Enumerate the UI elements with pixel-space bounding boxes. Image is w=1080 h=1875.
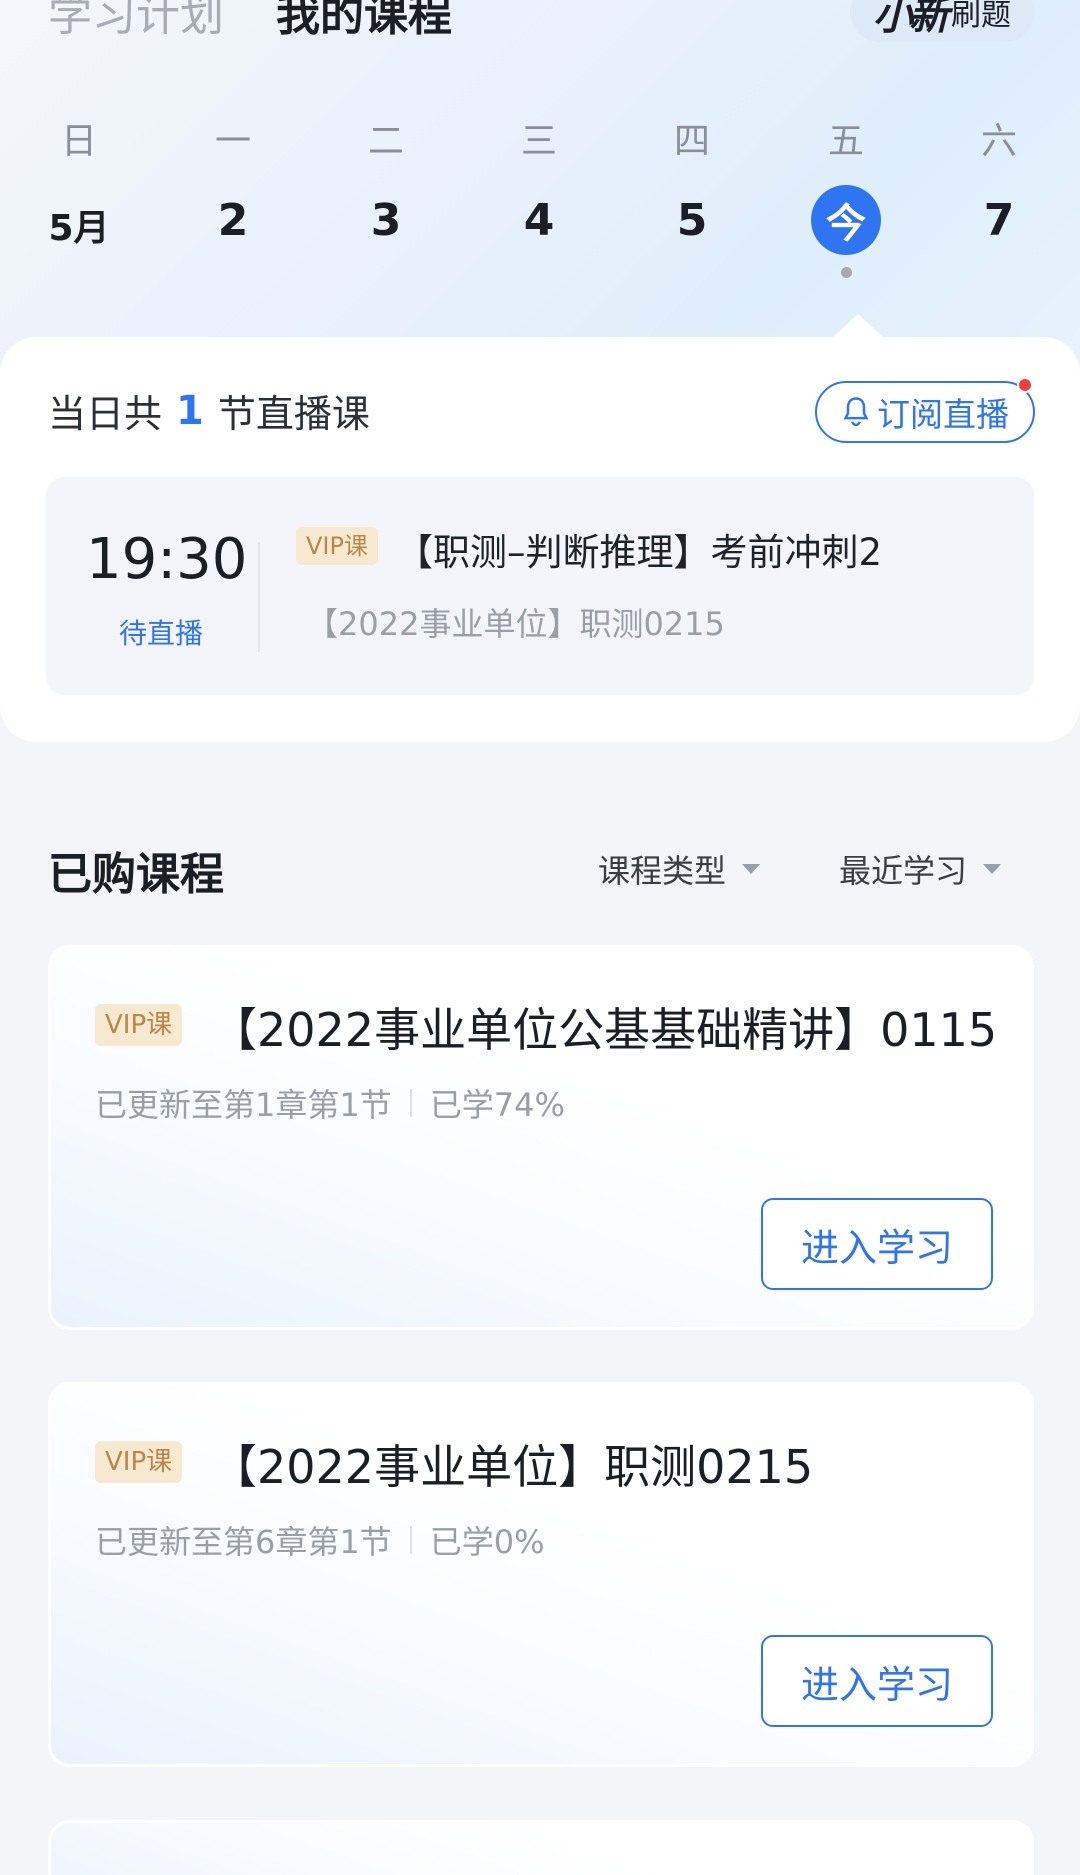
filter-label: 课程类型: [598, 852, 727, 890]
filter-sort[interactable]: 最近学习: [839, 846, 1002, 892]
practice-button-label: 刷题: [951, 0, 1011, 33]
subscribe-live-label: 订阅直播: [877, 395, 1009, 434]
date-cell[interactable]: 4: [494, 195, 584, 246]
weekday-wed: 三: [520, 121, 557, 162]
date-cell[interactable]: 2: [188, 195, 278, 246]
chevron-down-icon: [983, 864, 1002, 874]
date-cell-today[interactable]: 今: [801, 185, 891, 255]
date-cell[interactable]: 7: [954, 195, 1044, 246]
today-indicator: 今: [811, 185, 881, 255]
tab-my-courses[interactable]: 我的课程: [276, 0, 452, 46]
course-card[interactable]: VIP课 【2022事业单位公基基础精讲】0115 已更新至第1章第1节 已学7…: [48, 945, 1034, 1330]
practice-button[interactable]: 小新 刷题: [850, 0, 1034, 42]
vip-badge: VIP课: [296, 527, 378, 565]
subscribe-live-button[interactable]: 订阅直播: [815, 381, 1035, 443]
chevron-down-icon: [742, 864, 761, 874]
weekday-sun: 日: [60, 121, 97, 162]
brand-logo-icon: 小新: [873, 0, 949, 39]
live-class-title: 【职测–判断推理】考前冲刺2: [396, 531, 883, 574]
live-schedule-card: 当日共 1 节直播课 订阅直播 19:30 待直播 VIP课 【职测–判断推理】…: [0, 337, 1080, 742]
date-cell[interactable]: 5月: [34, 199, 124, 251]
course-update: 已更新至第6章第1节: [95, 1523, 392, 1561]
weekday-fri: 五: [827, 121, 864, 162]
date-cell[interactable]: 3: [341, 195, 431, 246]
weekday-mon: 一: [214, 121, 251, 162]
course-card[interactable]: VIP课 【2022事业单位】职测0215 已更新至第6章第1节 已学0% 进入…: [48, 1382, 1034, 1767]
filter-course-type[interactable]: 课程类型: [598, 846, 761, 892]
divider: [409, 1526, 412, 1554]
weekday-tue: 二: [367, 121, 404, 162]
has-class-dot: [841, 267, 852, 278]
notification-dot: [1017, 377, 1033, 393]
course-meta: 已更新至第6章第1节 已学0%: [95, 1517, 545, 1563]
course-progress: 已学0%: [429, 1523, 545, 1561]
live-count-prefix: 当日共: [48, 392, 163, 436]
divider: [409, 1089, 412, 1117]
course-title: 【2022事业单位】职测0215: [211, 1440, 814, 1494]
live-course-name: 【2022事业单位】职测0215: [306, 605, 725, 643]
course-card[interactable]: [48, 1820, 1034, 1875]
filter-label: 最近学习: [839, 852, 968, 890]
live-status: 待直播: [118, 617, 203, 650]
course-update: 已更新至第1章第1节: [95, 1086, 392, 1124]
weekday-thu: 四: [673, 121, 710, 162]
live-count-number: 1: [176, 387, 204, 434]
weekday-sat: 六: [980, 121, 1017, 162]
top-tabs: 学习计划 我的课程: [48, 0, 452, 46]
enter-study-button[interactable]: 进入学习: [761, 1635, 993, 1727]
bell-icon: [843, 397, 869, 427]
live-count-suffix: 节直播课: [217, 392, 370, 436]
course-title: 【2022事业单位公基基础精讲】0115: [211, 1003, 998, 1057]
vip-badge: VIP课: [95, 1441, 183, 1483]
vip-badge: VIP课: [95, 1004, 183, 1046]
course-progress: 已学74%: [429, 1086, 565, 1124]
live-count: 当日共 1 节直播课: [48, 383, 370, 438]
date-cell[interactable]: 5: [647, 195, 737, 246]
live-card-pointer: [832, 314, 884, 338]
tab-study-plan[interactable]: 学习计划: [48, 0, 224, 46]
live-class-item[interactable]: 19:30 待直播 VIP课 【职测–判断推理】考前冲刺2 【2022事业单位】…: [46, 477, 1034, 695]
divider: [258, 542, 260, 652]
live-time: 19:30: [86, 527, 248, 592]
section-title: 已购课程: [48, 849, 224, 900]
enter-study-button[interactable]: 进入学习: [761, 1198, 993, 1290]
course-meta: 已更新至第1章第1节 已学74%: [95, 1080, 565, 1126]
